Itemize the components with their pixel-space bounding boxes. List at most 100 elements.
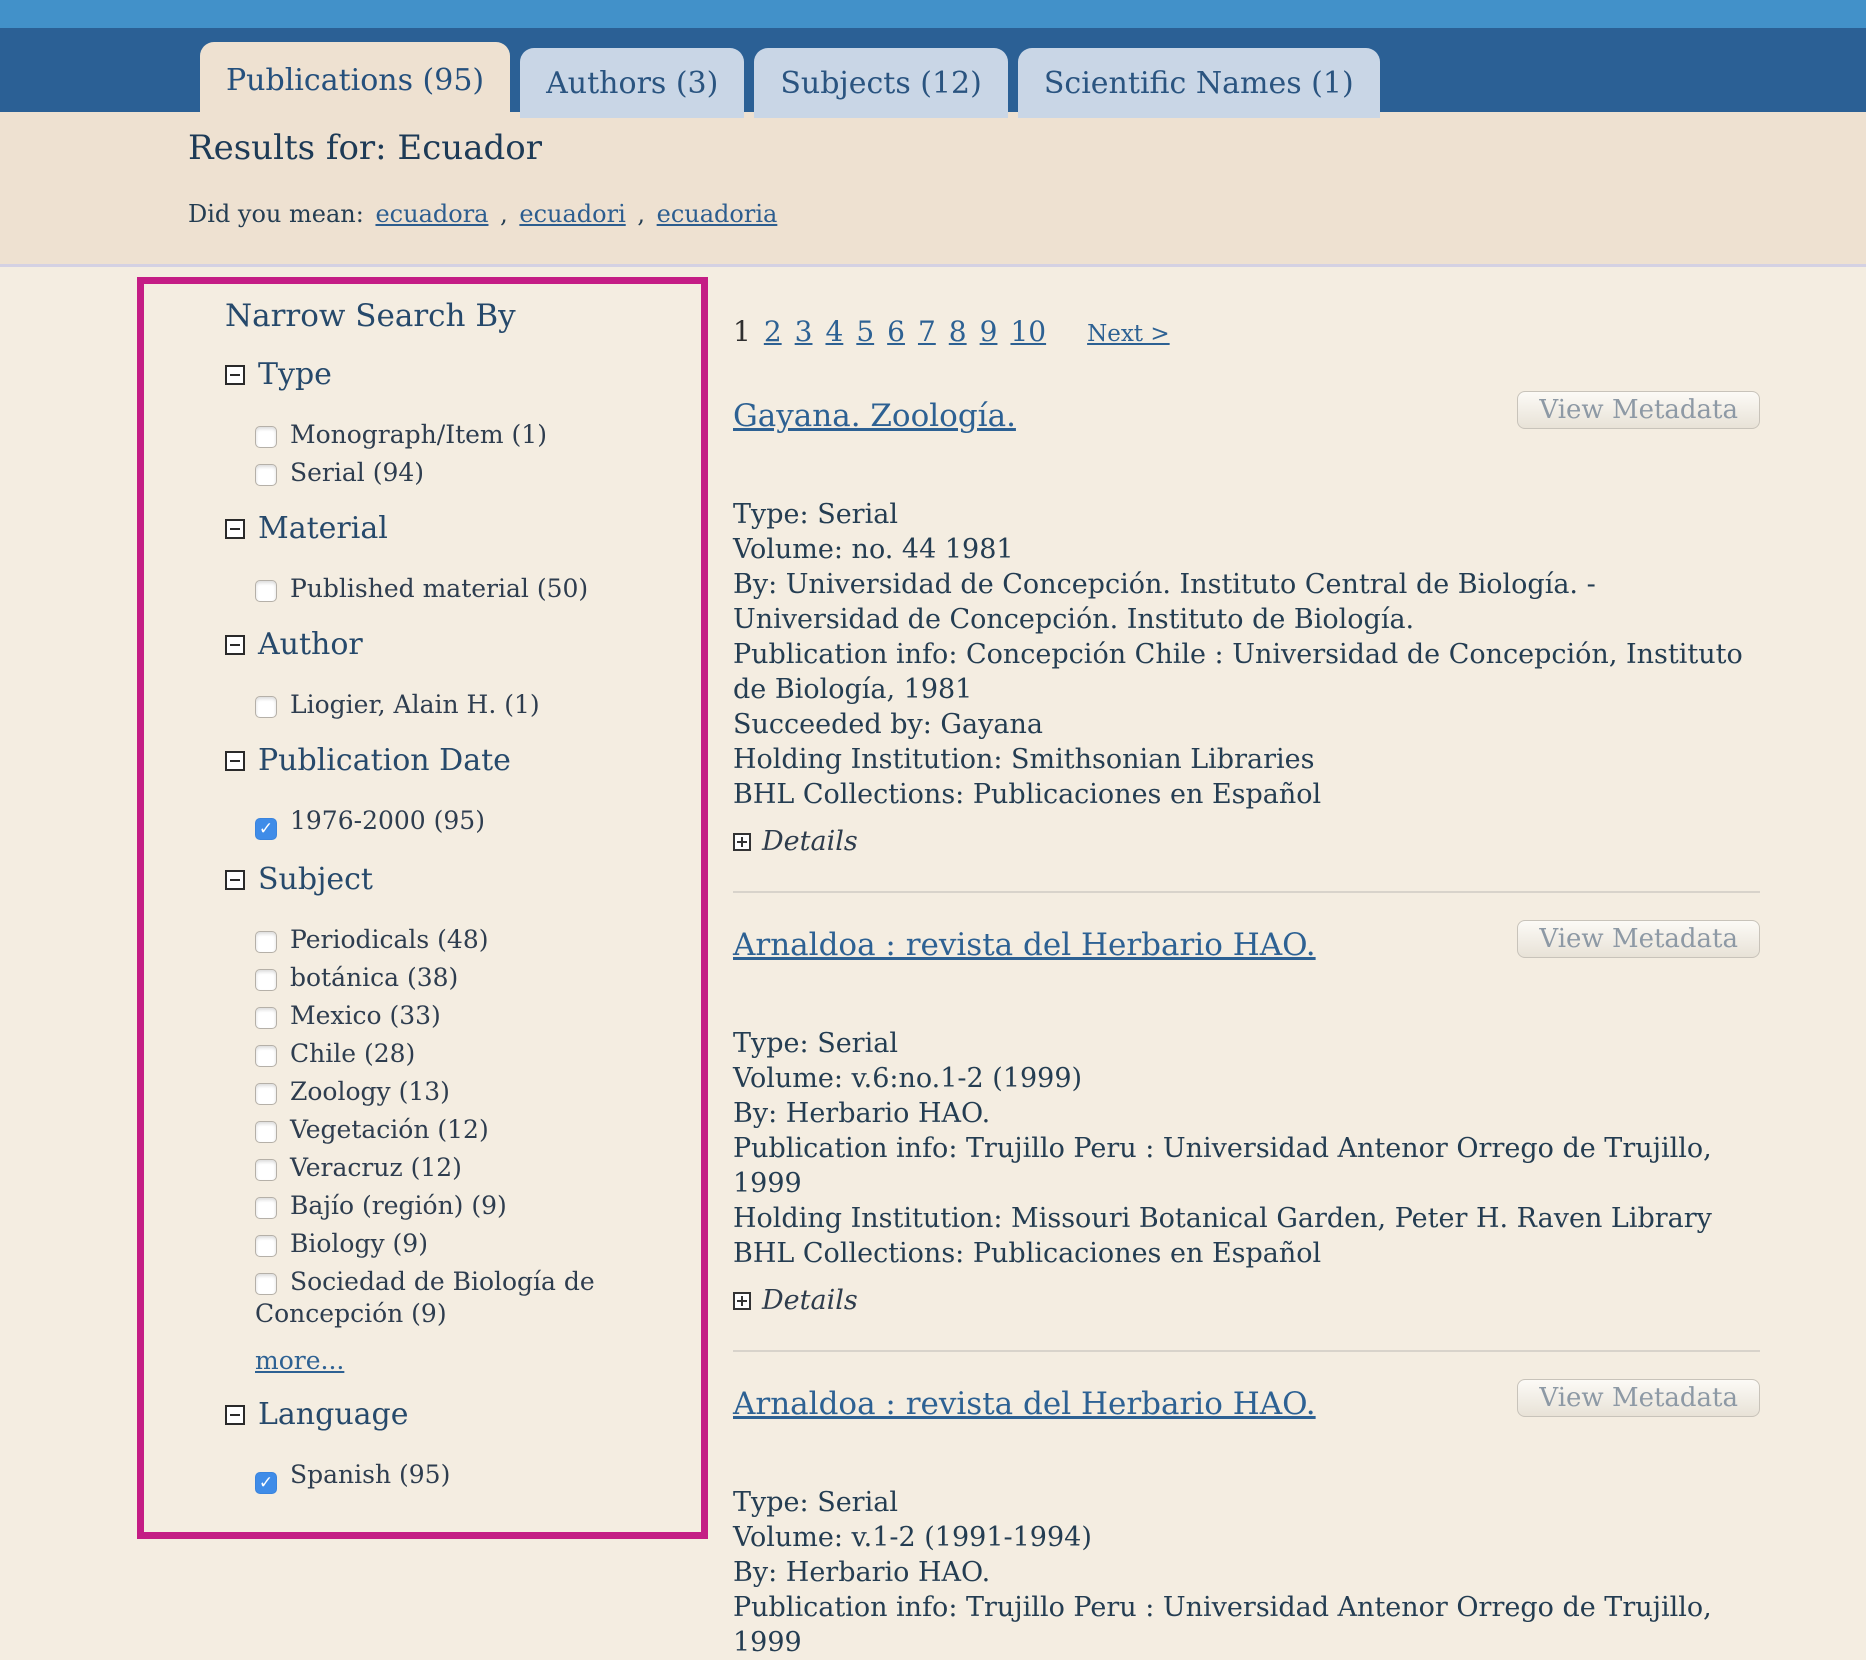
facet-option[interactable]: Zoology (13)	[255, 1076, 677, 1108]
suggestion-link[interactable]: ecuadori	[519, 200, 625, 228]
pagination-page-link[interactable]: 4	[825, 315, 843, 348]
facet-option[interactable]: ✓Spanish (95)	[255, 1459, 677, 1494]
facet-header-subject: Subject	[225, 862, 677, 898]
facet-option[interactable]: ✓1976-2000 (95)	[255, 805, 677, 840]
checkbox[interactable]	[255, 1273, 277, 1295]
suggestion-link[interactable]: ecuadora	[375, 200, 488, 228]
facet-sidebar: Narrow Search By Type Monograph/Item (1) S…	[225, 297, 677, 1500]
facet-option[interactable]: Veracruz (12)	[255, 1152, 677, 1184]
metadata-line: By: Herbario HAO.	[733, 1555, 1760, 1590]
pagination-current-page: 1	[733, 315, 751, 348]
checkbox[interactable]	[255, 1083, 277, 1105]
facet-option[interactable]: Monograph/Item (1)	[255, 419, 677, 451]
checkbox-checked[interactable]: ✓	[255, 818, 277, 840]
suggestion-link[interactable]: ecuadoria	[657, 200, 778, 228]
facet-option[interactable]: Mexico (33)	[255, 1000, 677, 1032]
metadata-line: Type: Serial	[733, 1485, 1760, 1520]
result-item: Gayana. Zoología.View MetadataType: Seri…	[733, 398, 1760, 857]
metadata-line: Publication info: Trujillo Peru : Univer…	[733, 1590, 1760, 1660]
checkbox[interactable]	[255, 1007, 277, 1029]
facet-section-author: Author Liogier, Alain H. (1)	[225, 627, 677, 721]
collapse-icon[interactable]	[225, 751, 245, 771]
pagination-page-link[interactable]: 7	[918, 315, 936, 348]
facet-option[interactable]: botánica (38)	[255, 962, 677, 994]
facet-header-language: Language	[225, 1397, 677, 1433]
facet-rows: ✓1976-2000 (95)	[255, 805, 677, 840]
more-link[interactable]: more...	[255, 1346, 344, 1375]
metadata-line: Type: Serial	[733, 1026, 1760, 1061]
pagination-page-link[interactable]: 10	[1010, 315, 1046, 348]
pagination-next-link[interactable]: Next >	[1087, 321, 1170, 347]
view-metadata-button[interactable]: View Metadata	[1517, 1379, 1760, 1417]
facet-option[interactable]: Sociedad de Biología de Concepción (9)	[255, 1266, 677, 1330]
checkbox[interactable]	[255, 696, 277, 718]
pagination-page-link[interactable]: 9	[980, 315, 998, 348]
view-metadata-button[interactable]: View Metadata	[1517, 920, 1760, 958]
facet-option[interactable]: Published material (50)	[255, 573, 677, 605]
result-header: Arnaldoa : revista del Herbario HAO.View…	[733, 1386, 1760, 1430]
collapse-icon[interactable]	[225, 635, 245, 655]
facet-option[interactable]: Chile (28)	[255, 1038, 677, 1070]
results-column: 12345678910Next > Gayana. Zoología.View …	[733, 315, 1760, 1660]
result-title-link[interactable]: Arnaldoa : revista del Herbario HAO.	[733, 927, 1316, 963]
metadata-line: Holding Institution: Smithsonian Librari…	[733, 742, 1760, 777]
facet-header-material: Material	[225, 511, 677, 547]
sidebar-title: Narrow Search By	[225, 297, 677, 335]
search-category-tabs: Publications (95)Authors (3)Subjects (12…	[200, 42, 1380, 118]
checkbox-checked[interactable]: ✓	[255, 1472, 277, 1494]
facet-label: Author	[258, 627, 363, 663]
facet-option[interactable]: Periodicals (48)	[255, 924, 677, 956]
did-you-mean-label: Did you mean:	[188, 200, 364, 228]
checkbox[interactable]	[255, 1045, 277, 1067]
suggestion-separator: ,	[630, 200, 653, 228]
checkbox[interactable]	[255, 1197, 277, 1219]
collapse-icon[interactable]	[225, 365, 245, 385]
facet-section-type: Type Monograph/Item (1) Serial (94)	[225, 357, 677, 489]
result-header: Arnaldoa : revista del Herbario HAO.View…	[733, 927, 1760, 971]
pagination-page-link[interactable]: 3	[795, 315, 813, 348]
facet-label: Material	[258, 511, 388, 547]
tab-authors[interactable]: Authors (3)	[520, 48, 744, 118]
checkbox[interactable]	[255, 1121, 277, 1143]
tab-scientific-names[interactable]: Scientific Names (1)	[1018, 48, 1380, 118]
facet-option[interactable]: Serial (94)	[255, 457, 677, 489]
facet-option[interactable]: Bajío (región) (9)	[255, 1190, 677, 1222]
result-item: Arnaldoa : revista del Herbario HAO.View…	[733, 927, 1760, 1316]
checkbox[interactable]	[255, 931, 277, 953]
metadata-line: By: Universidad de Concepción. Instituto…	[733, 567, 1760, 637]
collapse-icon[interactable]	[225, 1405, 245, 1425]
checkbox[interactable]	[255, 580, 277, 602]
facet-rows: ✓Spanish (95)	[255, 1459, 677, 1494]
facet-rows: Monograph/Item (1) Serial (94)	[255, 419, 677, 489]
facet-option[interactable]: Biology (9)	[255, 1228, 677, 1260]
checkbox[interactable]	[255, 1159, 277, 1181]
details-toggle[interactable]: Details	[733, 1285, 1760, 1316]
details-toggle[interactable]: Details	[733, 826, 1760, 857]
result-divider	[733, 1350, 1760, 1352]
view-metadata-button[interactable]: View Metadata	[1517, 391, 1760, 429]
pagination-page-link[interactable]: 6	[887, 315, 905, 348]
facet-header-author: Author	[225, 627, 677, 663]
result-title-link[interactable]: Arnaldoa : revista del Herbario HAO.	[733, 1386, 1316, 1422]
pagination-page-link[interactable]: 5	[856, 315, 874, 348]
details-label: Details	[762, 1285, 858, 1316]
facet-rows: Periodicals (48) botánica (38) Mexico (33)…	[255, 924, 677, 1330]
checkbox[interactable]	[255, 426, 277, 448]
metadata-line: Succeeded by: Gayana	[733, 707, 1760, 742]
tab-subjects[interactable]: Subjects (12)	[754, 48, 1008, 118]
checkbox[interactable]	[255, 464, 277, 486]
facet-option[interactable]: Vegetación (12)	[255, 1114, 677, 1146]
metadata-line: By: Herbario HAO.	[733, 1096, 1760, 1131]
collapse-icon[interactable]	[225, 519, 245, 539]
facet-label: Language	[258, 1397, 409, 1433]
checkbox[interactable]	[255, 969, 277, 991]
checkbox[interactable]	[255, 1235, 277, 1257]
pagination-page-link[interactable]: 2	[764, 315, 782, 348]
metadata-line: Publication info: Concepción Chile : Uni…	[733, 637, 1760, 707]
collapse-icon[interactable]	[225, 870, 245, 890]
result-title-link[interactable]: Gayana. Zoología.	[733, 398, 1016, 434]
tab-publications[interactable]: Publications (95)	[200, 42, 510, 118]
pagination-page-link[interactable]: 8	[949, 315, 967, 348]
facet-option[interactable]: Liogier, Alain H. (1)	[255, 689, 677, 721]
facet-label: Type	[258, 357, 332, 393]
